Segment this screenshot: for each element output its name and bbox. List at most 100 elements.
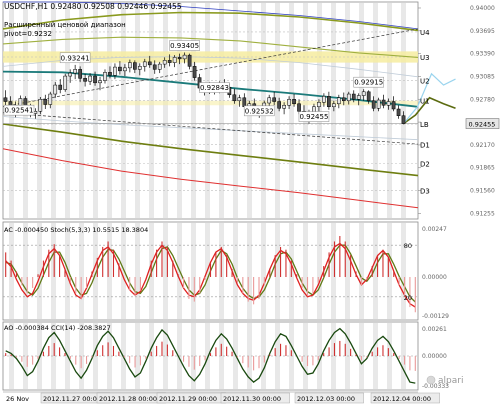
alpari-logo-icon <box>426 375 436 385</box>
price-annotation-0.93241: 0.93241 <box>61 54 90 62</box>
candle-body <box>157 63 162 70</box>
time-label: 26 Nov <box>6 395 29 403</box>
session-band <box>401 3 406 218</box>
level-label-d2: D2 <box>420 161 430 169</box>
candle-body <box>391 101 396 110</box>
chart-root: U4 U3 U2 U1 LB D1 D2 D3 0.94000 0.93695 0.93390 0.9… <box>0 0 500 408</box>
y-tick-label: 0.93390 <box>470 51 495 58</box>
candle-body <box>272 97 276 102</box>
time-label: 2012.11.28 00:00 <box>99 395 157 403</box>
candle-body <box>242 97 247 108</box>
candle-body <box>287 99 291 106</box>
candle-body <box>371 100 376 109</box>
candle-body <box>167 60 172 63</box>
level-label-u1: U1 <box>420 97 430 105</box>
session-band <box>401 223 406 319</box>
candle-body <box>68 72 73 77</box>
session-band <box>317 223 322 319</box>
candle-body <box>123 67 127 72</box>
candle-body <box>48 93 53 105</box>
current-price-value: 0.92455 <box>469 121 496 129</box>
price-annotation-0.92541: 0.92541 <box>5 107 34 115</box>
session-band <box>79 3 84 218</box>
candle-body <box>182 54 187 60</box>
candle-body <box>172 57 177 63</box>
ac-axis-bottom: -0.00129 <box>422 313 449 320</box>
candle-body <box>282 105 286 109</box>
session-band <box>247 223 252 319</box>
session-band <box>177 3 182 218</box>
main-chart-title: USDCHF,H1 0.92480 0.92508 0.92446 0.9245… <box>4 2 182 11</box>
session-band <box>135 3 140 218</box>
candle-body <box>103 72 107 81</box>
candle-body <box>137 66 142 70</box>
time-label: 2012.11.27 00:00 <box>43 395 101 403</box>
candle-body <box>232 94 237 102</box>
session-band <box>107 3 112 218</box>
price-annotation-0.92455: 0.92455 <box>299 113 328 121</box>
session-band <box>359 3 364 218</box>
session-band <box>79 223 84 319</box>
session-band <box>93 3 98 218</box>
level-label-d1: D1 <box>420 142 430 150</box>
candle-body <box>327 96 331 108</box>
session-band <box>303 223 308 319</box>
pivot-label: pivot=0.9232 <box>4 30 52 38</box>
candle-body <box>187 54 192 67</box>
ac-axis-top: 0.00247 <box>422 226 447 233</box>
candle-body <box>297 103 301 112</box>
session-band <box>387 223 392 319</box>
candle-body <box>93 75 97 84</box>
candle-body <box>336 97 341 105</box>
candle-body <box>63 75 68 90</box>
candle-body <box>366 91 371 102</box>
y-tick-label: 0.93695 <box>470 28 495 35</box>
candle-body <box>356 95 361 100</box>
alpari-watermark: alpari <box>438 376 463 386</box>
session-band <box>135 223 140 319</box>
range-indicator-label: Расширенный ценовой диапазон <box>4 21 126 29</box>
session-band <box>219 3 224 218</box>
candle-body <box>3 97 8 102</box>
candle-body <box>267 97 272 104</box>
y-tick-label: 0.91560 <box>470 188 495 195</box>
candle-body <box>152 64 157 70</box>
ao-axis-zero: 0.00000 <box>422 353 447 360</box>
candle-body <box>341 97 346 102</box>
session-band <box>121 223 126 319</box>
candle-body <box>98 80 102 84</box>
time-label: 2012.12.03 00:00 <box>297 395 355 403</box>
candle-body <box>277 101 281 109</box>
stoch-80-label: 80 <box>404 242 412 250</box>
price-annotation-0.93405: 0.93405 <box>170 42 199 50</box>
session-band <box>65 3 70 218</box>
candle-body <box>177 57 182 60</box>
session-band <box>289 3 294 218</box>
level-label-d3: D3 <box>420 188 430 196</box>
candle-body <box>332 103 336 108</box>
candle-body <box>118 66 122 72</box>
candle-body <box>386 101 391 106</box>
session-band <box>387 3 392 218</box>
candle-body <box>38 99 43 112</box>
candle-body <box>73 69 77 74</box>
session-band <box>191 223 196 319</box>
candle-body <box>58 84 63 90</box>
session-band <box>331 3 336 218</box>
candle-body <box>351 93 356 100</box>
session-band <box>233 223 238 319</box>
candle-body <box>78 69 82 79</box>
candle-body <box>83 78 87 82</box>
session-band <box>359 223 364 319</box>
session-band <box>345 3 350 218</box>
ac-axis-zero: 0.00000 <box>422 274 447 281</box>
candle-body <box>396 108 401 116</box>
y-tick-label: 0.93085 <box>470 73 495 80</box>
candle-body <box>376 99 381 109</box>
session-band <box>261 223 266 319</box>
session-band <box>149 3 154 218</box>
candle-body <box>108 72 112 76</box>
candle-body <box>381 99 386 106</box>
ao-cci-title: AO -0.000384 CCI(14) -208.3827 <box>4 324 111 332</box>
candle-body <box>128 62 132 69</box>
